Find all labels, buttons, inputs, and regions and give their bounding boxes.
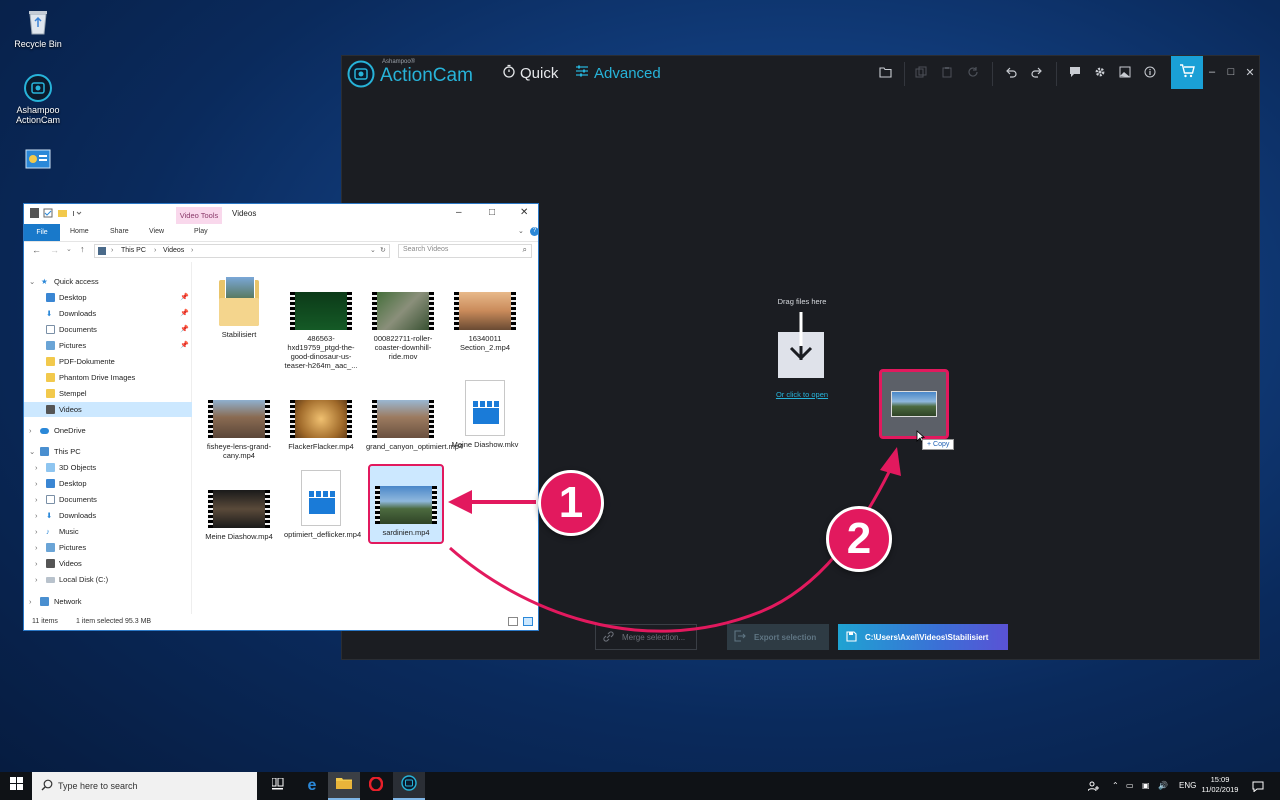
step-callout-2: 2 bbox=[826, 506, 892, 572]
tray-chevron-icon[interactable]: ⌃ bbox=[1112, 772, 1119, 800]
file-explorer-icon bbox=[336, 776, 352, 794]
opera-icon bbox=[368, 775, 384, 796]
people-icon[interactable] bbox=[1087, 772, 1100, 800]
taskbar-search-input[interactable]: Type here to search bbox=[58, 781, 138, 791]
windows-logo-icon bbox=[9, 777, 23, 795]
task-view-button[interactable] bbox=[262, 772, 294, 800]
step-callout-1: 1 bbox=[538, 470, 604, 536]
taskbar-opera[interactable] bbox=[360, 772, 392, 800]
taskbar: Type here to search e ⌃ ▭ ▣ 🔊 ENG 15:09 … bbox=[0, 772, 1280, 800]
clock-time: 15:09 bbox=[1210, 775, 1230, 784]
annotation-arrows bbox=[448, 447, 901, 633]
taskbar-search-box[interactable]: Type here to search bbox=[32, 772, 257, 800]
actioncam-taskbar-icon bbox=[401, 774, 417, 796]
start-button[interactable] bbox=[0, 772, 32, 800]
clock[interactable]: 15:09 11/02/2019 bbox=[1200, 775, 1240, 795]
clock-date: 11/02/2019 bbox=[1201, 785, 1239, 794]
notifications-icon[interactable] bbox=[1252, 772, 1264, 800]
taskbar-file-explorer[interactable] bbox=[328, 772, 360, 800]
task-view-icon bbox=[271, 777, 284, 795]
speaker-icon[interactable]: 🔊 bbox=[1158, 772, 1168, 800]
network-tray-icon[interactable]: ▣ bbox=[1142, 772, 1150, 800]
taskbar-actioncam[interactable] bbox=[393, 772, 425, 800]
language-indicator[interactable]: ENG bbox=[1179, 772, 1196, 800]
edge-icon: e bbox=[307, 777, 317, 794]
taskbar-edge[interactable]: e bbox=[296, 772, 328, 800]
search-icon bbox=[41, 778, 53, 796]
tray-app-icon[interactable]: ▭ bbox=[1126, 772, 1134, 800]
